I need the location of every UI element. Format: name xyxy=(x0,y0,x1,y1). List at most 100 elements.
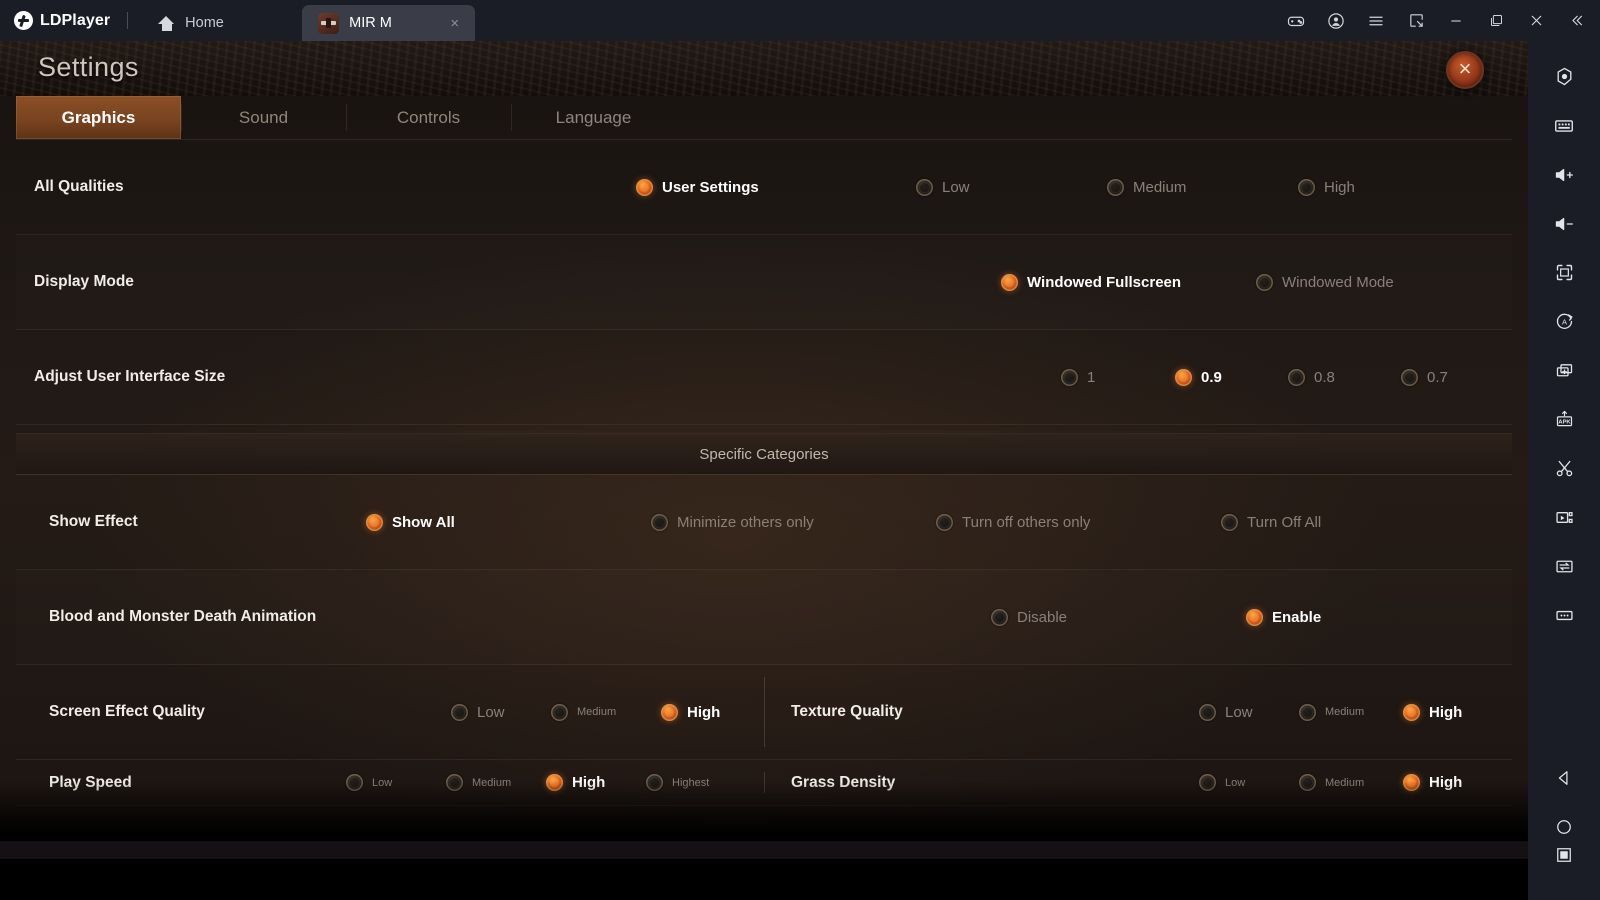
more-options-icon[interactable] xyxy=(1542,591,1586,640)
radio-icon xyxy=(1221,513,1238,531)
option-low[interactable]: Low xyxy=(916,178,1107,196)
option-label: Turn off others only xyxy=(962,513,1091,531)
option-enable[interactable]: Enable xyxy=(1246,608,1322,626)
tab-language[interactable]: Language xyxy=(511,96,676,139)
keyboard-icon[interactable] xyxy=(1542,101,1586,150)
option-minimize-others-only[interactable]: Minimize others only xyxy=(651,513,936,531)
setting-label-all-qualities: All Qualities xyxy=(34,178,124,195)
tab-close-icon[interactable]: × xyxy=(450,16,459,31)
option-label: Disable xyxy=(1017,608,1068,626)
settings-close-label: × xyxy=(1458,56,1472,81)
option-label: Medium xyxy=(1133,178,1187,196)
radio-icon xyxy=(636,178,653,196)
option-label: Windowed Mode xyxy=(1282,273,1394,291)
option-scale-09[interactable]: 0.9 xyxy=(1175,368,1288,386)
record-macro-icon[interactable] xyxy=(1542,52,1586,101)
scissors-icon[interactable] xyxy=(1542,444,1586,493)
radio-icon xyxy=(991,608,1008,626)
tab-language-label: Language xyxy=(555,107,632,127)
radio-icon xyxy=(1401,368,1418,386)
radio-icon xyxy=(1199,703,1216,721)
option-user-settings[interactable]: User Settings xyxy=(636,178,916,196)
account-icon[interactable] xyxy=(1316,0,1356,41)
option-tq-high[interactable]: High xyxy=(1403,703,1462,721)
menu-icon[interactable] xyxy=(1356,0,1396,41)
svg-text:A: A xyxy=(1562,318,1567,327)
radio-icon xyxy=(1246,608,1263,626)
android-recents-icon[interactable] xyxy=(1542,847,1586,900)
tab-mir-m[interactable]: MIR M × xyxy=(302,5,476,41)
option-tq-low[interactable]: Low xyxy=(1199,703,1299,721)
video-record-icon[interactable] xyxy=(1542,493,1586,542)
tab-controls[interactable]: Controls xyxy=(346,96,511,139)
brand-divider xyxy=(127,12,129,29)
radio-icon xyxy=(1299,703,1316,721)
option-sq-high[interactable]: High xyxy=(661,703,720,721)
tab-graphics[interactable]: Graphics xyxy=(16,96,181,139)
volume-up-icon[interactable] xyxy=(1542,150,1586,199)
radio-icon xyxy=(1256,273,1273,291)
option-label: Enable xyxy=(1272,608,1322,626)
multi-instance-icon[interactable] xyxy=(1542,346,1586,395)
option-label: User Settings xyxy=(662,178,759,196)
volume-down-icon[interactable] xyxy=(1542,199,1586,248)
window-controls xyxy=(1276,0,1600,41)
setting-label-texture-quality: Texture Quality xyxy=(791,703,903,720)
radio-icon xyxy=(1175,368,1192,386)
file-transfer-icon[interactable] xyxy=(1542,542,1586,591)
option-windowed-fullscreen[interactable]: Windowed Fullscreen xyxy=(1001,273,1256,291)
screenshot-icon[interactable] xyxy=(1396,0,1436,41)
option-label: Turn Off All xyxy=(1247,513,1322,531)
setting-row-all-qualities: All Qualities User Settings Low Medium H… xyxy=(16,140,1512,235)
tab-home[interactable]: Home xyxy=(142,5,302,41)
minimize-icon[interactable] xyxy=(1436,0,1476,41)
radio-icon xyxy=(661,703,678,721)
radio-icon xyxy=(451,703,468,721)
radio-icon xyxy=(651,513,668,531)
maximize-icon[interactable] xyxy=(1476,0,1516,41)
option-turn-off-others-only[interactable]: Turn off others only xyxy=(936,513,1221,531)
option-sq-medium[interactable]: Medium xyxy=(551,703,661,721)
brand: LDPlayer xyxy=(0,0,142,41)
option-scale-07[interactable]: 0.7 xyxy=(1401,368,1448,386)
option-high[interactable]: High xyxy=(1298,178,1355,196)
settings-close-button[interactable]: × xyxy=(1446,51,1484,89)
setting-row-display-mode: Display Mode Windowed Fullscreen Windowe… xyxy=(16,235,1512,330)
option-windowed-mode[interactable]: Windowed Mode xyxy=(1256,273,1394,291)
setting-label-screen-effect-quality: Screen Effect Quality xyxy=(49,703,205,720)
brand-name: LDPlayer xyxy=(40,11,111,29)
radio-icon xyxy=(1107,178,1124,196)
option-disable[interactable]: Disable xyxy=(991,608,1246,626)
option-label: Low xyxy=(942,178,970,196)
gamepad-icon[interactable] xyxy=(1276,0,1316,41)
radio-icon xyxy=(1001,273,1018,291)
collapse-icon[interactable] xyxy=(1556,0,1596,41)
option-label: Show All xyxy=(392,513,455,531)
option-label: Minimize others only xyxy=(677,513,814,531)
install-apk-icon[interactable]: APK xyxy=(1542,395,1586,444)
rotate-screen-icon[interactable]: A xyxy=(1542,297,1586,346)
close-icon[interactable] xyxy=(1516,0,1556,41)
settings-tabbar: Graphics Sound Controls Language xyxy=(16,96,1512,140)
android-back-icon[interactable] xyxy=(1542,753,1586,802)
option-scale-1[interactable]: 1 xyxy=(1061,368,1175,386)
fullscreen-icon[interactable] xyxy=(1542,248,1586,297)
option-scale-08[interactable]: 0.8 xyxy=(1288,368,1401,386)
option-turn-off-all[interactable]: Turn Off All xyxy=(1221,513,1322,531)
setting-row-ui-size: Adjust User Interface Size 1 0.9 0.8 0.7 xyxy=(16,330,1512,425)
option-sq-low[interactable]: Low xyxy=(451,703,551,721)
option-label: 1 xyxy=(1087,368,1096,386)
page-title: Settings xyxy=(38,52,139,82)
tab-mir-m-label: MIR M xyxy=(349,15,392,31)
option-tq-medium[interactable]: Medium xyxy=(1299,703,1403,721)
tab-sound[interactable]: Sound xyxy=(181,96,346,139)
setting-label-display-mode: Display Mode xyxy=(34,273,134,290)
option-show-all[interactable]: Show All xyxy=(366,513,651,531)
option-label: 0.7 xyxy=(1427,368,1448,386)
options-display-mode: Windowed Fullscreen Windowed Mode xyxy=(1001,273,1394,291)
radio-icon xyxy=(551,703,568,721)
section-specific-categories: Specific Categories xyxy=(16,433,1512,475)
option-label: Low xyxy=(1225,703,1253,721)
option-medium[interactable]: Medium xyxy=(1107,178,1298,196)
setting-cell-screen-effect-quality: Screen Effect Quality Low Medium High xyxy=(16,665,764,759)
